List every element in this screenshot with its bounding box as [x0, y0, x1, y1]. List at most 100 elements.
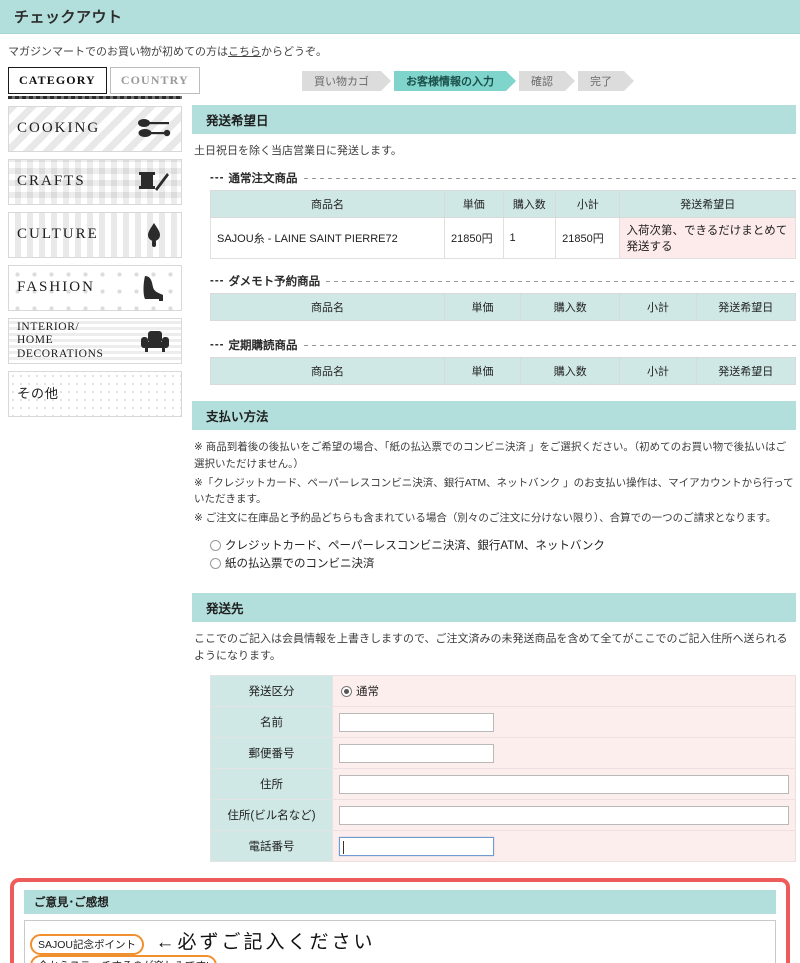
form-label-phone: 電話番号 [210, 830, 333, 863]
step-complete[interactable]: 完了 [578, 71, 634, 91]
shipping-type-option-normal[interactable]: 通常 [341, 683, 787, 699]
radio-icon[interactable] [210, 539, 221, 551]
form-label-postal: 郵便番号 [210, 737, 333, 770]
col-product-name: 商品名 [210, 357, 445, 386]
phone-input[interactable] [339, 836, 494, 856]
dash-prefix: --- [210, 275, 225, 288]
utensils-icon [135, 112, 173, 146]
form-row-address2: 住所(ビル名など) [210, 799, 796, 832]
handwritten-note-required: ←必ずご記入ください [155, 932, 376, 954]
cell-ship-date: 入荷次第、できるだけまとめて発送する [619, 217, 796, 260]
boot-icon [135, 271, 173, 305]
section-header-destination: 発送先 [192, 593, 796, 623]
dash-line [326, 280, 796, 282]
destination-note: ここでのご記入は会員情報を上書きしますので、ご注文済みの未発送商品を含めて全てが… [194, 633, 788, 663]
col-quantity: 購入数 [520, 293, 621, 322]
cell-subtotal: 21850円 [555, 217, 621, 260]
annotation-sajou-points: SAJOU記念ポイント [29, 934, 145, 956]
sidebar-item-culture[interactable]: CULTURE [8, 212, 182, 258]
intro-text: マガジンマートでのお買い物が初めての方はこちらからどうぞ。 [0, 34, 800, 67]
first-time-link[interactable]: こちら [228, 46, 261, 58]
postal-code-input[interactable] [339, 743, 494, 763]
sidebar-item-fashion[interactable]: FASHION [8, 265, 182, 311]
comment-section-highlight: ご意見･ご感想 SAJOU記念ポイント ←必ずご記入ください 今からステッチする… [10, 878, 790, 963]
payment-note-1: ※ 商品到着後の後払いをご希望の場合、「紙の払込票でのコンビニ決済 」をご選択く… [194, 441, 787, 470]
section-header-comment: ご意見･ご感想 [24, 890, 776, 915]
annotation-row-2: 今からステッチするのが楽しみです! [30, 955, 767, 963]
form-label-address: 住所 [210, 768, 333, 801]
step-confirm[interactable]: 確認 [519, 71, 575, 91]
form-row-postal: 郵便番号 [210, 737, 796, 770]
table-backorder: 商品名 単価 購入数 小計 発送希望日 [210, 293, 797, 322]
table-normal-order: 商品名 単価 購入数 小計 発送希望日 SAJOU糸 - LAINE SAINT… [210, 190, 796, 260]
table-row: SAJOU糸 - LAINE SAINT PIERRE72 21850円 1 2… [210, 217, 796, 260]
intro-suffix: からどうぞ。 [261, 46, 327, 58]
tab-category[interactable]: CATEGORY [8, 67, 107, 94]
sidebar-item-label: CULTURE [17, 226, 99, 243]
comment-textarea[interactable]: SAJOU記念ポイント ←必ずご記入ください 今からステッチするのが楽しみです!… [24, 920, 776, 963]
col-unit-price: 単価 [443, 357, 522, 386]
col-quantity: 購入数 [520, 357, 621, 386]
form-label-shipping-type: 発送区分 [210, 675, 333, 708]
col-product-name: 商品名 [210, 293, 445, 322]
group-label-text: 定期購読商品 [228, 340, 298, 353]
payment-option-card[interactable]: クレジットカード、ペーパーレスコンビニ決済、銀行ATM、ネットバンク [210, 537, 796, 553]
main-content: 買い物カゴ お客様情報の入力 確認 完了 発送希望日 土日祝日を除く当店営業日に… [182, 67, 797, 863]
form-label-name: 名前 [210, 706, 333, 739]
col-ship-date: 発送希望日 [695, 293, 797, 322]
annotation-row-1: SAJOU記念ポイント ←必ずご記入ください [29, 927, 767, 956]
cell-product-name: SAJOU糸 - LAINE SAINT PIERRE72 [210, 217, 445, 260]
name-input[interactable] [339, 712, 494, 732]
checkout-steps: 買い物カゴ お客様情報の入力 確認 完了 [302, 71, 796, 91]
payment-option-label: 紙の払込票でのコンビニ決済 [225, 558, 375, 571]
shipping-date-note: 土日祝日を除く当店営業日に発送します。 [194, 145, 402, 157]
sidebar-item-interior[interactable]: INTERIOR/ HOME DECORATIONS [8, 318, 182, 364]
sidebar-tabs: CATEGORY COUNTRY [8, 67, 200, 94]
shipping-type-value: 通常 [356, 686, 379, 699]
sidebar-item-crafts[interactable]: CRAFTS [8, 159, 182, 205]
col-subtotal: 小計 [619, 357, 697, 386]
sidebar-item-label: COOKING [17, 120, 101, 137]
payment-option-paper-slip[interactable]: 紙の払込票でのコンビニ決済 [210, 555, 796, 571]
section-header-payment: 支払い方法 [192, 401, 796, 431]
section-header-shipping-date: 発送希望日 [192, 105, 796, 134]
group-label-subscription: --- 定期購読商品 [210, 337, 796, 353]
sidebar-item-label: CRAFTS [17, 173, 86, 190]
table-subscription: 商品名 単価 購入数 小計 発送希望日 [210, 357, 797, 386]
radio-icon[interactable] [210, 557, 221, 569]
payment-note-2: ※「クレジットカード、ペーパーレスコンビニ決済、銀行ATM、ネットバンク 」のお… [194, 476, 794, 506]
form-row-address: 住所 [210, 768, 796, 801]
col-ship-date: 発送希望日 [619, 190, 796, 219]
step-customer-info[interactable]: お客様情報の入力 [394, 71, 516, 91]
col-quantity: 購入数 [502, 190, 557, 219]
step-cart[interactable]: 買い物カゴ [302, 71, 391, 91]
cell-unit-price: 21850円 [444, 217, 504, 260]
cell-quantity: 1 [502, 217, 557, 260]
page-title: チェックアウト [14, 9, 123, 26]
table-header-row: 商品名 単価 購入数 小計 発送希望日 [210, 293, 797, 322]
sidebar-item-label: INTERIOR/ HOME DECORATIONS [17, 321, 137, 361]
sidebar-item-cooking[interactable]: COOKING [8, 106, 182, 152]
dash-line [303, 344, 796, 346]
form-row-phone: 電話番号 [210, 830, 796, 863]
group-label-normal-order: --- 通常注文商品 [210, 170, 796, 186]
destination-form: 発送区分 通常 名前 郵便番号 住所 住所(ビル名など) 電話番号 [210, 675, 796, 863]
address-input[interactable] [339, 774, 789, 794]
sidebar-tab-underline [8, 96, 182, 99]
table-header-row: 商品名 単価 購入数 小計 発送希望日 [210, 357, 797, 386]
address-building-input[interactable] [339, 805, 789, 825]
radio-icon[interactable] [341, 685, 352, 697]
payment-option-label: クレジットカード、ペーパーレスコンビニ決済、銀行ATM、ネットバンク [225, 540, 605, 553]
payment-options: クレジットカード、ペーパーレスコンビニ決済、銀行ATM、ネットバンク 紙の払込票… [210, 537, 796, 571]
table-header-row: 商品名 単価 購入数 小計 発送希望日 [210, 190, 796, 219]
annotation-stitch-comment: 今からステッチするのが楽しみです! [30, 955, 217, 963]
payment-note-3: ※ ご注文に在庫品と予約品どちらも含まれている場合（別々のご注文に分けない限り）… [194, 512, 777, 525]
col-subtotal: 小計 [555, 190, 621, 219]
dash-prefix: --- [210, 339, 225, 352]
page-body: CATEGORY COUNTRY COOKING CRAFTS CULTURE … [0, 67, 800, 863]
group-label-backorder: --- ダメモト予約商品 [210, 273, 796, 289]
sidebar-item-other[interactable]: その他 [8, 371, 182, 417]
form-label-address2: 住所(ビル名など) [210, 799, 333, 832]
sidebar-item-label: その他 [17, 385, 60, 401]
col-subtotal: 小計 [619, 293, 697, 322]
